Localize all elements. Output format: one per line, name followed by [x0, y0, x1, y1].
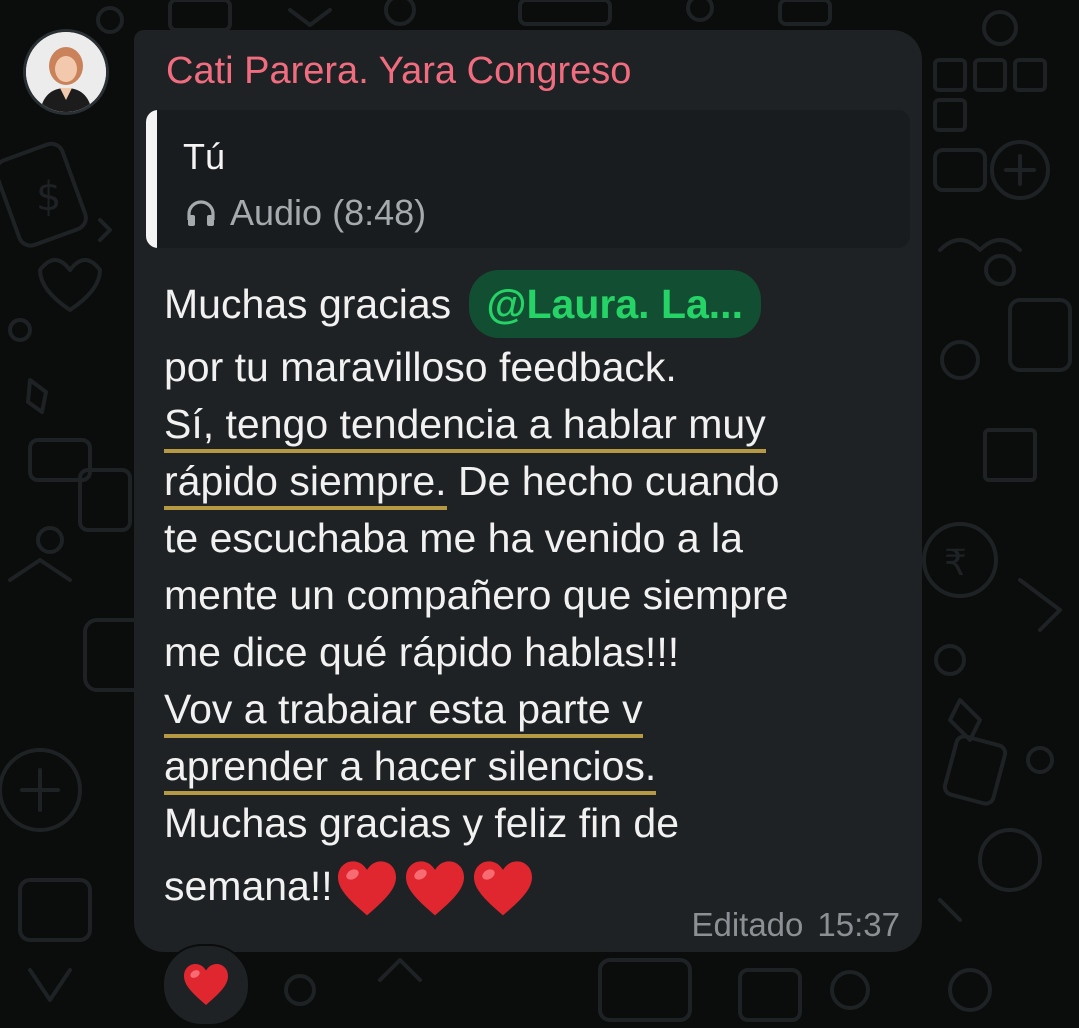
reaction-badge[interactable] — [162, 944, 250, 1026]
reply-audio-label: Audio (8:48) — [184, 192, 426, 234]
message-meta: Editado 15:37 — [691, 906, 900, 944]
message-text-4: De hecho cuando — [446, 458, 780, 504]
message-line-2: por tu maravilloso feedback. — [164, 344, 677, 390]
sender-avatar[interactable] — [26, 32, 106, 112]
heart-emoji-icon — [405, 861, 464, 916]
highlighted-text-2: rápido siempre. — [164, 458, 447, 510]
message-line-6: mente un compañero que siempre — [164, 572, 789, 618]
highlighted-text-4: aprender a hacer silencios. — [164, 743, 657, 795]
message-line-10: Muchas gracias y feliz fin de — [164, 800, 680, 846]
message-line-4: rápido siempre. De hecho cuando — [164, 457, 780, 510]
sender-name[interactable]: Cati Parera. Yara Congreso — [166, 50, 631, 93]
reply-quote-bar — [146, 110, 157, 248]
message-text-11: semana!! — [164, 862, 333, 909]
message-time: 15:37 — [817, 906, 900, 943]
message-text-1: Muchas gracias — [164, 281, 452, 327]
message-line-11: semana!! — [164, 860, 539, 918]
headphones-icon — [187, 200, 215, 226]
reply-audio-text: Audio (8:48) — [230, 192, 427, 233]
message-line-8: Vov a trabaiar esta parte v — [164, 685, 643, 738]
message-line-7: me dice qué rápido hablas!!! — [164, 629, 680, 675]
highlighted-text-3: Vov a trabaiar esta parte v — [164, 686, 643, 738]
heart-emoji-icon — [473, 861, 532, 916]
svg-text:₹: ₹ — [944, 543, 967, 584]
heart-emojis — [335, 860, 539, 918]
message-line-3: Sí, tengo tendencia a hablar muy — [164, 400, 766, 453]
message-line-1: Muchas gracias @Laura. La... — [164, 270, 761, 338]
highlighted-text-1: Sí, tengo tendencia a hablar muy — [164, 401, 766, 453]
heart-icon — [184, 964, 228, 1005]
reply-author: Tú — [183, 136, 226, 177]
message-line-9: aprender a hacer silencios. — [164, 742, 657, 795]
heart-emoji-icon — [337, 861, 396, 916]
message-line-5: te escuchaba me ha venido a la — [164, 515, 743, 561]
message-bubble[interactable]: Cati Parera. Yara Congreso Tú Audio (8:4… — [134, 30, 922, 952]
edited-label: Editado — [691, 906, 804, 943]
mention-chip[interactable]: @Laura. La... — [468, 270, 761, 338]
reply-quote[interactable]: Tú Audio (8:48) — [146, 110, 910, 248]
svg-text:$: $ — [36, 174, 61, 220]
